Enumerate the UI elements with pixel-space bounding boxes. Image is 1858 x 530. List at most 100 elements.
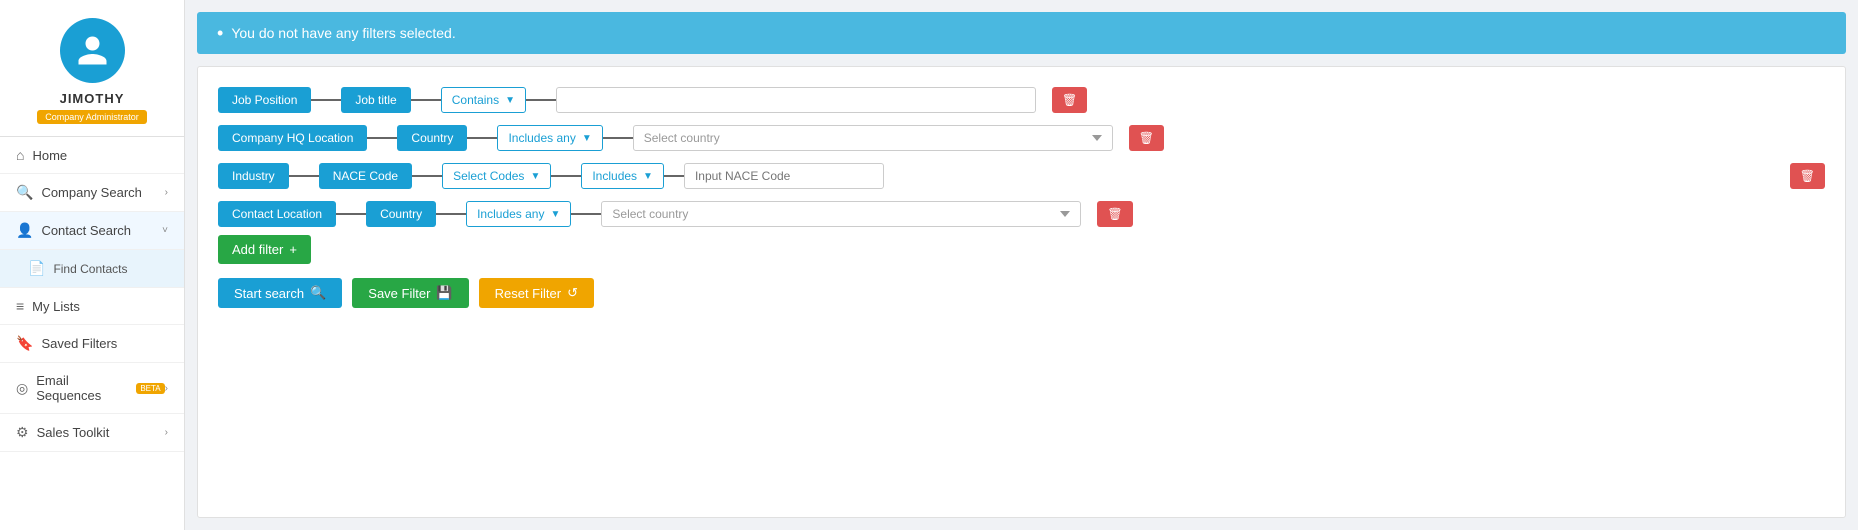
- sidebar-item-contact-search[interactable]: 👤 Contact Search ˅: [0, 212, 184, 250]
- find-contacts-icon: 📄: [28, 260, 45, 277]
- sidebar-role: Company Administrator: [37, 110, 147, 124]
- connector-line-12: [436, 213, 466, 215]
- beta-badge: BETA: [136, 383, 164, 394]
- sidebar-item-saved-label: Saved Filters: [41, 336, 117, 351]
- sidebar: JIMOTHY Company Administrator ⌂ Home 🔍 C…: [0, 0, 185, 530]
- contains-arrow-icon: ▼: [505, 95, 515, 106]
- connector-line-1: [311, 99, 341, 101]
- sidebar-item-email-label: Email Sequences: [36, 373, 124, 403]
- email-seq-icon: ◎: [16, 380, 28, 397]
- start-search-label: Start search: [234, 286, 304, 301]
- save-filter-button[interactable]: Save Filter 💾: [352, 278, 468, 308]
- includes-arrow-icon-2: ▼: [550, 209, 560, 220]
- operator-btn-includes-any-2[interactable]: Includes any ▼: [466, 201, 571, 227]
- contact-search-icon: 👤: [16, 222, 33, 239]
- sidebar-item-sales-toolkit[interactable]: ⚙ Sales Toolkit ›: [0, 414, 184, 452]
- sidebar-item-lists-label: My Lists: [32, 299, 80, 314]
- sales-toolkit-icon: ⚙: [16, 424, 29, 441]
- category-btn-company-hq[interactable]: Company HQ Location: [218, 125, 367, 151]
- sidebar-item-saved-filters[interactable]: 🔖 Saved Filters: [0, 325, 184, 363]
- operator-btn-contains[interactable]: Contains ▼: [441, 87, 526, 113]
- connector-line-13: [571, 213, 601, 215]
- category-btn-job-position[interactable]: Job Position: [218, 87, 311, 113]
- includes-arrow-icon-1: ▼: [582, 133, 592, 144]
- operator-label-contains: Contains: [452, 93, 499, 107]
- sub-operator-btn-includes[interactable]: Includes ▼: [581, 163, 664, 189]
- value-select-country-2[interactable]: Select country: [601, 201, 1081, 227]
- value-input-job-title[interactable]: [556, 87, 1036, 113]
- delete-btn-row-2[interactable]: 🗑: [1129, 125, 1164, 151]
- sidebar-item-home[interactable]: ⌂ Home: [0, 137, 184, 174]
- includes-sub-arrow-icon: ▼: [643, 171, 653, 182]
- bottom-actions: Start search 🔍 Save Filter 💾 Reset Filte…: [218, 278, 1825, 308]
- chevron-right-icon2: ›: [165, 383, 168, 394]
- filter-row-4: Contact Location Country Includes any ▼ …: [218, 201, 1825, 227]
- sidebar-item-company-label: Company Search: [41, 185, 141, 200]
- filter-row-2: Company HQ Location Country Includes any…: [218, 125, 1825, 151]
- operator-btn-includes-any-1[interactable]: Includes any ▼: [497, 125, 602, 151]
- connector-line-9: [551, 175, 581, 177]
- field-btn-job-title[interactable]: Job title: [341, 87, 410, 113]
- operator-label-includes-2: Includes any: [477, 207, 544, 221]
- chevron-right-icon3: ›: [165, 427, 168, 438]
- company-search-icon: 🔍: [16, 184, 33, 201]
- bullet-icon: •: [217, 24, 223, 42]
- reset-filter-label: Reset Filter: [495, 286, 561, 301]
- category-btn-industry[interactable]: Industry: [218, 163, 289, 189]
- avatar: [60, 18, 125, 83]
- sidebar-item-find-label: Find Contacts: [53, 262, 127, 276]
- connector-line-6: [603, 137, 633, 139]
- field-btn-nace-code[interactable]: NACE Code: [319, 163, 412, 189]
- sidebar-item-home-label: Home: [32, 148, 67, 163]
- connector-line-10: [664, 175, 684, 177]
- sidebar-item-sales-label: Sales Toolkit: [37, 425, 110, 440]
- info-banner: • You do not have any filters selected.: [197, 12, 1846, 54]
- home-icon: ⌂: [16, 147, 24, 163]
- connector-line-5: [467, 137, 497, 139]
- save-filter-label: Save Filter: [368, 286, 430, 301]
- select-codes-arrow-icon: ▼: [530, 171, 540, 182]
- connector-line-11: [336, 213, 366, 215]
- connector-line-7: [289, 175, 319, 177]
- banner-message: You do not have any filters selected.: [231, 25, 455, 41]
- add-filter-button[interactable]: Add filter +: [218, 235, 311, 264]
- operator-btn-select-codes[interactable]: Select Codes ▼: [442, 163, 551, 189]
- connector-line-4: [367, 137, 397, 139]
- chevron-right-icon: ›: [165, 187, 168, 198]
- delete-btn-row-3[interactable]: 🗑: [1790, 163, 1825, 189]
- connector-line-3: [526, 99, 556, 101]
- main-content: • You do not have any filters selected. …: [185, 0, 1858, 530]
- delete-btn-row-4[interactable]: 🗑: [1097, 201, 1132, 227]
- chevron-down-icon: ˅: [162, 225, 168, 236]
- filter-row-1: Job Position Job title Contains ▼ 🗑: [218, 87, 1825, 113]
- filter-area: Job Position Job title Contains ▼ 🗑 Comp…: [197, 66, 1846, 518]
- filter-rows: Job Position Job title Contains ▼ 🗑 Comp…: [218, 87, 1825, 227]
- operator-label-includes-1: Includes any: [508, 131, 575, 145]
- reset-icon: ↺: [567, 285, 578, 301]
- connector-line-8: [412, 175, 442, 177]
- add-filter-label: Add filter: [232, 242, 283, 257]
- sidebar-username: JIMOTHY: [60, 91, 125, 106]
- plus-icon: +: [289, 242, 297, 257]
- reset-filter-button[interactable]: Reset Filter ↺: [479, 278, 594, 308]
- saved-filters-icon: 🔖: [16, 335, 33, 352]
- sidebar-item-email-sequences[interactable]: ◎ Email Sequences BETA ›: [0, 363, 184, 414]
- sidebar-item-find-contacts[interactable]: 📄 Find Contacts: [0, 250, 184, 288]
- operator-label-select-codes: Select Codes: [453, 169, 524, 183]
- sidebar-item-contact-label: Contact Search: [41, 223, 131, 238]
- filter-row-3: Industry NACE Code Select Codes ▼ Includ…: [218, 163, 1825, 189]
- category-btn-contact-location[interactable]: Contact Location: [218, 201, 336, 227]
- sidebar-nav: ⌂ Home 🔍 Company Search › 👤 Contact Sear…: [0, 137, 184, 530]
- nace-code-input[interactable]: [684, 163, 884, 189]
- delete-btn-row-1[interactable]: 🗑: [1052, 87, 1087, 113]
- connector-line-2: [411, 99, 441, 101]
- field-btn-country-2[interactable]: Country: [366, 201, 436, 227]
- sidebar-item-company-search[interactable]: 🔍 Company Search ›: [0, 174, 184, 212]
- search-icon: 🔍: [310, 285, 326, 301]
- field-btn-country-1[interactable]: Country: [397, 125, 467, 151]
- sidebar-item-my-lists[interactable]: ≡ My Lists: [0, 288, 184, 325]
- value-select-country-1[interactable]: Select country: [633, 125, 1113, 151]
- my-lists-icon: ≡: [16, 298, 24, 314]
- sub-operator-label: Includes: [592, 169, 637, 183]
- start-search-button[interactable]: Start search 🔍: [218, 278, 342, 308]
